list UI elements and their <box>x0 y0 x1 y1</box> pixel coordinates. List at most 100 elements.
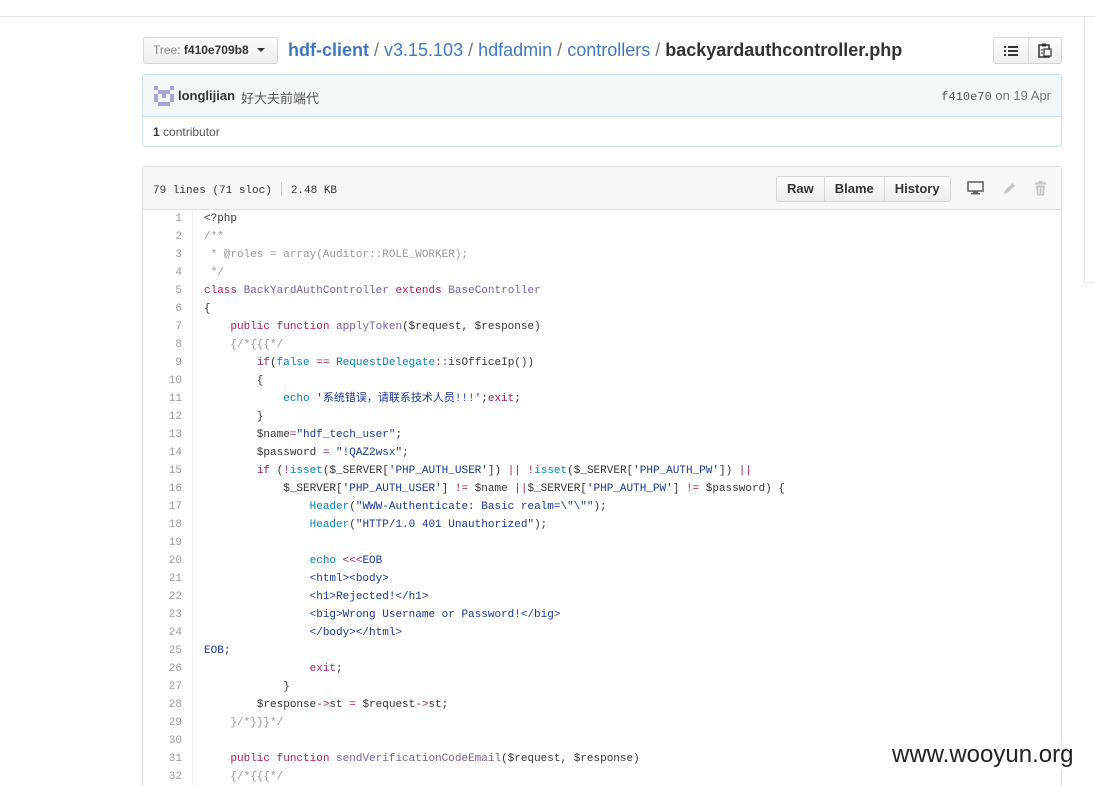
code-text: <big>Wrong Username or Password!</big> <box>193 606 561 624</box>
code-text: <?php <box>193 210 237 228</box>
file-info-divider <box>280 182 282 196</box>
line-number[interactable]: 2 <box>143 228 193 246</box>
line-number[interactable]: 11 <box>143 390 193 408</box>
contributor-count: 1 <box>153 125 160 139</box>
code-token: $name <box>204 429 290 441</box>
code-token: class <box>204 285 238 297</box>
code-token: { <box>204 303 211 315</box>
code-text: } <box>193 408 264 426</box>
delete-file-button[interactable] <box>1030 179 1050 197</box>
line-number[interactable]: 10 <box>143 372 193 390</box>
code-token: <?php <box>204 213 238 225</box>
code-token: {/*{{{*/ <box>230 771 284 783</box>
line-number[interactable]: 26 <box>143 660 193 678</box>
line-number[interactable]: 29 <box>143 714 193 732</box>
code-token: "HTTP/1.0 401 Unauthorized" <box>355 519 535 531</box>
line-number[interactable]: 22 <box>143 588 193 606</box>
line-number[interactable]: 28 <box>143 696 193 714</box>
code-token: != <box>454 483 469 495</box>
branch-select-button[interactable]: Tree: f410e709b8 <box>143 37 278 64</box>
line-number[interactable]: 14 <box>143 444 193 462</box>
code-text: echo '系统错误，请联系技术人员!!!';exit; <box>193 390 521 408</box>
line-number[interactable]: 31 <box>143 750 193 768</box>
code-token: ($_SERVER[ <box>322 465 389 477</box>
line-number[interactable]: 32 <box>143 768 193 786</box>
file-header: 79 lines (71 sloc) 2.48 KB Raw Blame Hist… <box>143 167 1061 210</box>
line-number[interactable]: 30 <box>143 732 193 750</box>
breadcrumb-link-controllers[interactable]: controllers <box>567 40 650 60</box>
line-number[interactable]: 6 <box>143 300 193 318</box>
breadcrumb-link-version[interactable]: v3.15.103 <box>384 40 463 60</box>
line-number[interactable]: 5 <box>143 282 193 300</box>
line-number[interactable]: 7 <box>143 318 193 336</box>
code-token: || <box>507 465 521 477</box>
code-text: {/*{{{*/ <box>193 336 283 354</box>
raw-button[interactable]: Raw <box>777 177 824 201</box>
code-text: <h1>Rejected!</h1> <box>193 588 429 606</box>
code-token: ; <box>402 447 409 459</box>
code-text: exit; <box>193 660 343 678</box>
commit-message-link[interactable]: 好大夫前端代 <box>241 88 319 107</box>
code-text: */ <box>193 264 224 282</box>
side-divider-end <box>1084 282 1095 283</box>
file-viewer: 79 lines (71 sloc) 2.48 KB Raw Blame Hist… <box>142 166 1062 786</box>
line-number[interactable]: 16 <box>143 480 193 498</box>
line-number[interactable]: 21 <box>143 570 193 588</box>
desktop-open-button[interactable] <box>965 179 985 197</box>
line-number[interactable]: 1 <box>143 210 193 228</box>
line-number[interactable]: 25 <box>143 642 193 660</box>
breadcrumb-link-hdfadmin[interactable]: hdfadmin <box>478 40 552 60</box>
contributor-label: contributor <box>163 125 220 139</box>
commit-meta: f410e70 on 19 Apr <box>941 88 1051 104</box>
file-finder-button[interactable] <box>994 38 1028 63</box>
list-icon <box>1003 45 1018 56</box>
commit-author-link[interactable]: longlijian <box>178 88 235 103</box>
breadcrumb: hdf-client / v3.15.103/hdfadmin / controller… <box>288 38 902 64</box>
line-number[interactable]: 13 <box>143 426 193 444</box>
file-size: 2.48 KB <box>290 185 338 197</box>
line-number[interactable]: 17 <box>143 498 193 516</box>
contributors-link[interactable]: 1 contributor <box>153 125 220 139</box>
code-token: ! <box>283 465 290 477</box>
line-number[interactable]: 23 <box>143 606 193 624</box>
code-line: 3 * @roles = array(Auditor::ROLE_WORKER)… <box>143 246 1061 264</box>
line-number[interactable]: 9 <box>143 354 193 372</box>
blame-button[interactable]: Blame <box>823 177 884 201</box>
code-line: 26 exit; <box>143 660 1061 678</box>
code-token: -> <box>415 699 429 711</box>
code-token: function <box>276 753 330 765</box>
code-token: exit <box>487 393 515 405</box>
code-token: */ <box>204 267 224 279</box>
code-token: ($request, $response) <box>501 753 640 765</box>
breadcrumb-repo-link[interactable]: hdf-client <box>288 40 369 60</box>
line-number[interactable]: 8 <box>143 336 193 354</box>
line-number[interactable]: 19 <box>143 534 193 552</box>
code-token: if <box>256 465 271 477</box>
line-number[interactable]: 3 <box>143 246 193 264</box>
code-token: ( <box>270 357 277 369</box>
history-button[interactable]: History <box>883 177 950 201</box>
edit-file-button[interactable] <box>999 179 1019 197</box>
code-token: "hdf_tech_user" <box>296 429 396 441</box>
code-token: || <box>738 465 752 477</box>
code-line: 18 Header("HTTP/1.0 401 Unauthorized"); <box>143 516 1061 534</box>
copy-path-button[interactable] <box>1027 38 1062 63</box>
line-number[interactable]: 27 <box>143 678 193 696</box>
line-number[interactable]: 12 <box>143 408 193 426</box>
code-line: 27 } <box>143 678 1061 696</box>
code-token: $request <box>355 699 416 711</box>
commit-sha-link[interactable]: f410e70 <box>941 90 991 104</box>
line-number[interactable]: 18 <box>143 516 193 534</box>
line-number[interactable]: 24 <box>143 624 193 642</box>
line-number[interactable]: 4 <box>143 264 193 282</box>
line-number[interactable]: 20 <box>143 552 193 570</box>
line-number[interactable]: 15 <box>143 462 193 480</box>
code-token: ]) <box>487 465 508 477</box>
